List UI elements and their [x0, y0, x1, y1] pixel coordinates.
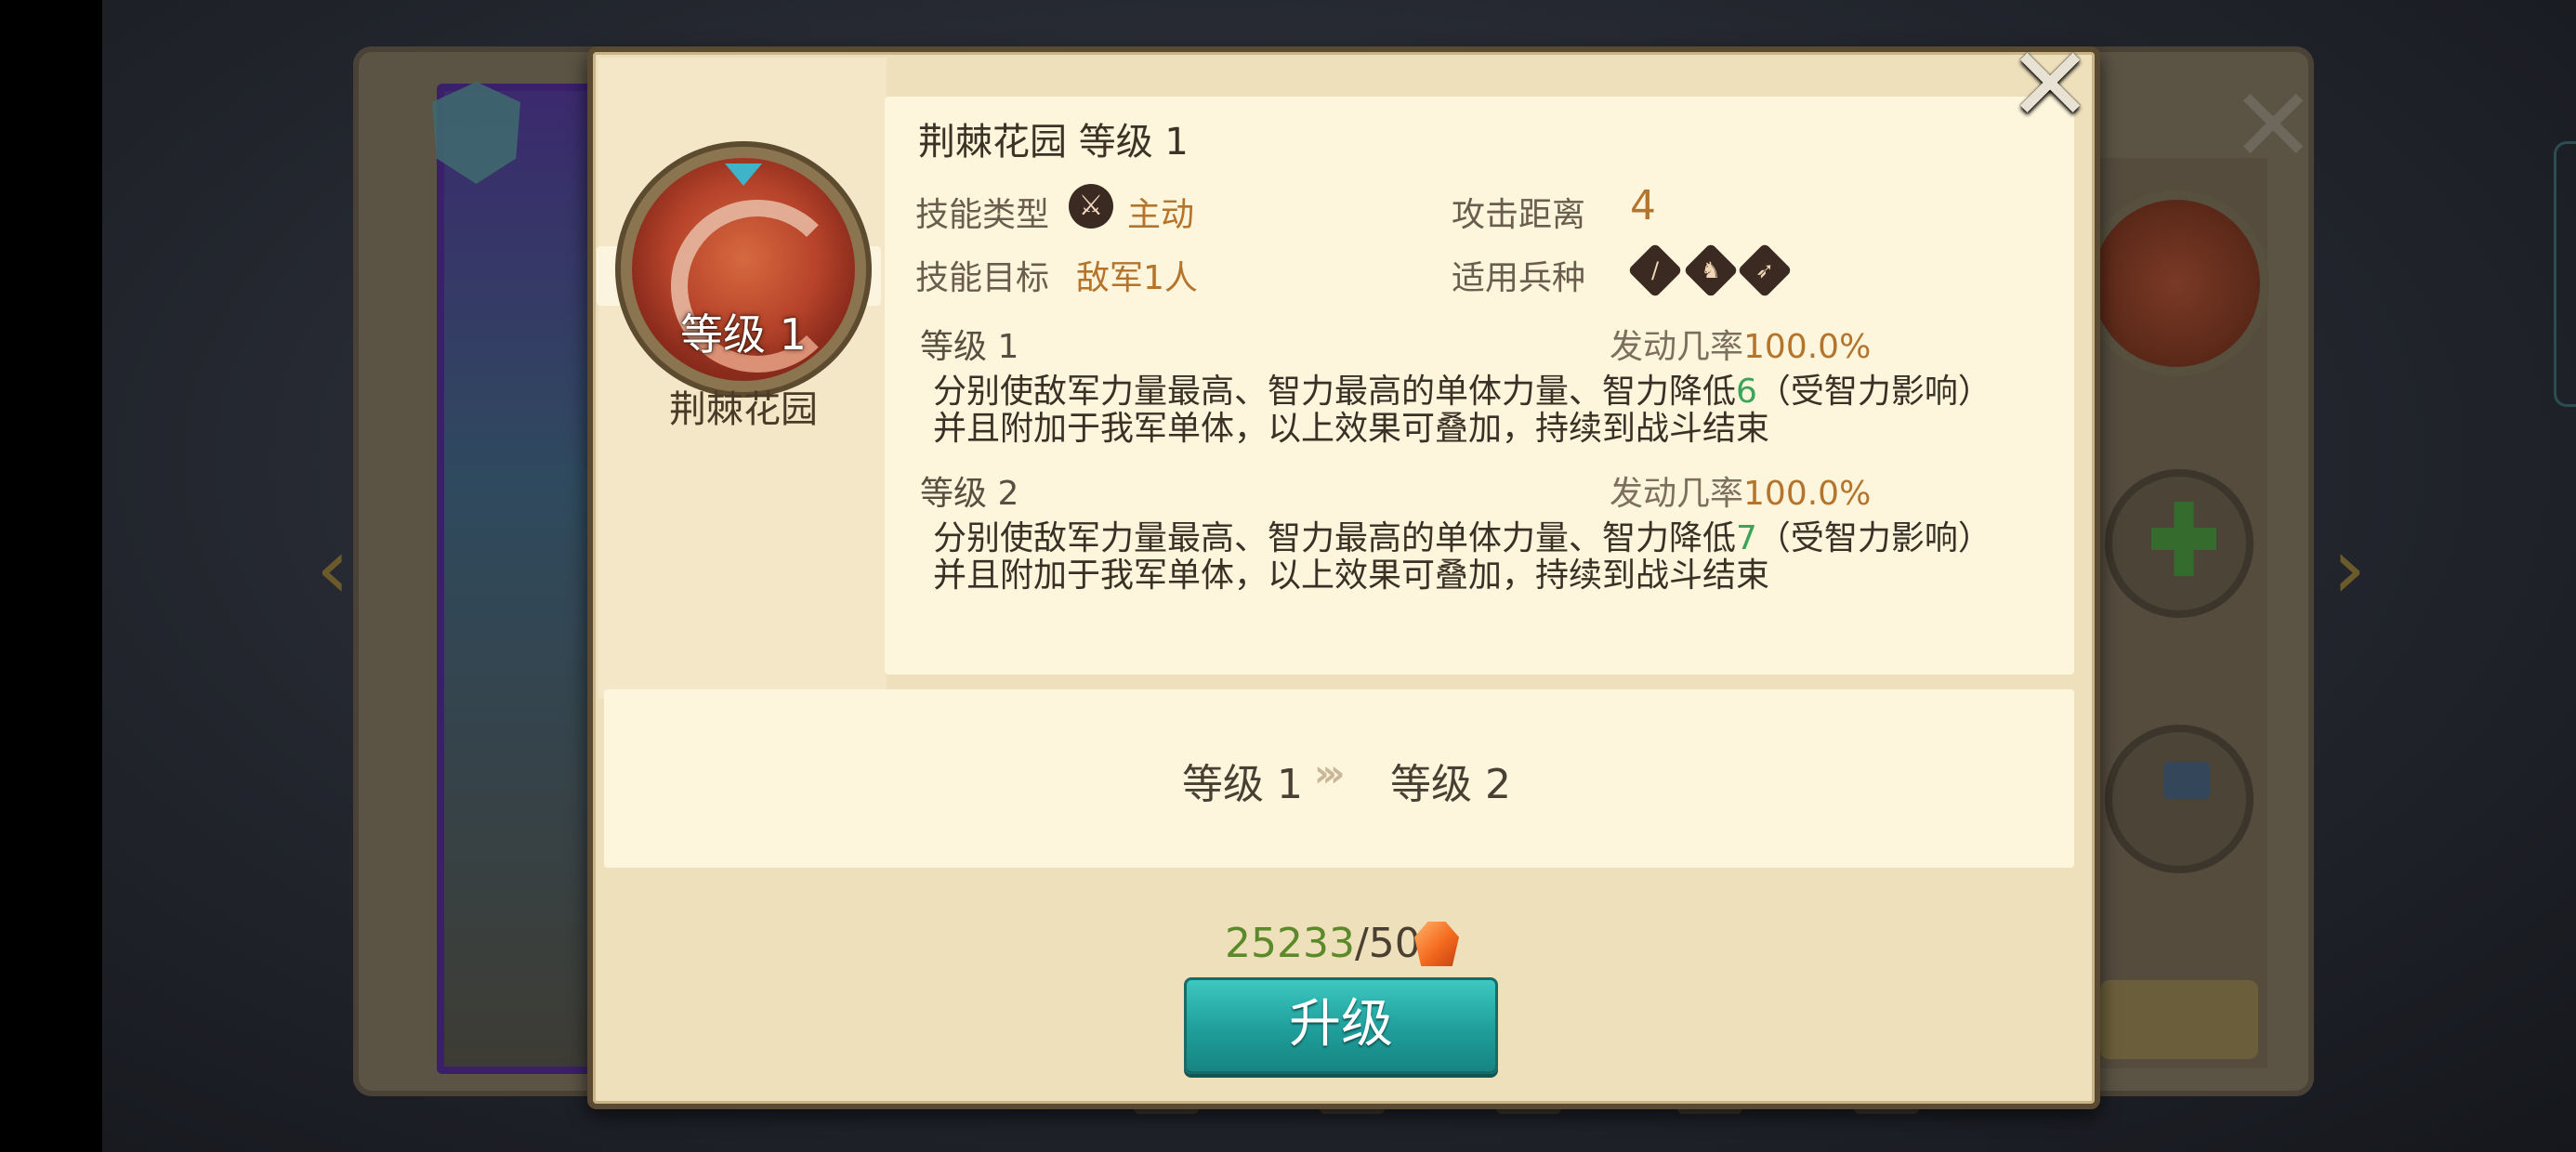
desc-number: 6: [1736, 373, 1757, 411]
next-arrow-icon: ›: [2333, 520, 2366, 618]
upgrade-preview-band: [604, 689, 2074, 868]
skill-title: 荆棘花园 等级 1: [918, 121, 1189, 164]
close-icon[interactable]: ✕: [2007, 33, 2093, 136]
rate-label: 发动几率: [1610, 475, 1744, 513]
skill-target-label: 技能目标: [915, 259, 1050, 297]
cavalry-icon: ♞: [1683, 242, 1739, 298]
background-button: [2100, 980, 2258, 1059]
level-1-desc-line1: 分别使敌军力量最高、智力最高的单体力量、智力降低6（受智力影响）: [933, 373, 1991, 411]
level-2-rate: 发动几率100.0%: [1610, 466, 1871, 515]
emblem-skill-name: 荆棘花园: [669, 388, 818, 431]
cost-owned: 25233: [1225, 920, 1355, 967]
arrow-right-icon: ›››: [1314, 753, 1346, 795]
desc-text: （受智力影响）: [1756, 519, 1991, 557]
troop-type-label: 适用兵种: [1452, 259, 1586, 297]
desc-text: 分别使敌军力量最高、智力最高的单体力量、智力降低: [933, 373, 1737, 411]
level-1-heading: 等级 1: [920, 328, 1019, 366]
upgrade-cost: 25233/50: [1225, 920, 1421, 967]
edge-handle: [2554, 141, 2576, 407]
upgrade-to-level: 等级 2: [1390, 761, 1511, 808]
cost-required: /50: [1354, 920, 1421, 967]
level-2-desc-line1: 分别使敌军力量最高、智力最高的单体力量、智力降低7（受智力影响）: [933, 520, 1991, 557]
upgrade-from-level: 等级 1: [1182, 761, 1303, 808]
active-skill-icon: ⚔: [1069, 184, 1113, 229]
desc-number: 7: [1736, 519, 1757, 557]
rate-label: 发动几率: [1610, 328, 1744, 366]
bow-icon: ➶: [1737, 242, 1793, 298]
level-2-heading: 等级 2: [920, 475, 1019, 513]
background-close-icon: ✕: [2230, 66, 2317, 185]
skill-type-label: 技能类型: [915, 196, 1050, 234]
attack-range-label: 攻击距离: [1452, 196, 1586, 234]
rate-value: 100.0%: [1743, 475, 1872, 513]
desc-text: （受智力影响）: [1756, 373, 1991, 411]
rate-value: 100.0%: [1743, 328, 1872, 366]
lock-icon: [2163, 762, 2210, 799]
background-skill-slot: [2093, 200, 2260, 367]
level-1-desc-line2: 并且附加于我军单体，以上效果可叠加，持续到战斗结束: [933, 410, 1770, 448]
skill-type-value: 主动: [1127, 196, 1195, 234]
emblem-level-label: 等级 1: [680, 309, 807, 360]
skill-target-value: 敌军1人: [1076, 259, 1198, 297]
attack-range-value: 4: [1630, 182, 1656, 229]
level-1-rate: 发动几率100.0%: [1610, 320, 1871, 368]
sword-icon: /: [1627, 242, 1683, 298]
background-locked-slot: [2105, 725, 2254, 873]
upgrade-button[interactable]: 升级: [1184, 977, 1498, 1074]
prev-arrow-icon: ‹: [316, 520, 349, 618]
desc-text: 分别使敌军力量最高、智力最高的单体力量、智力降低: [933, 519, 1737, 557]
level-2-desc-line2: 并且附加于我军单体，以上效果可叠加，持续到战斗结束: [933, 556, 1770, 595]
